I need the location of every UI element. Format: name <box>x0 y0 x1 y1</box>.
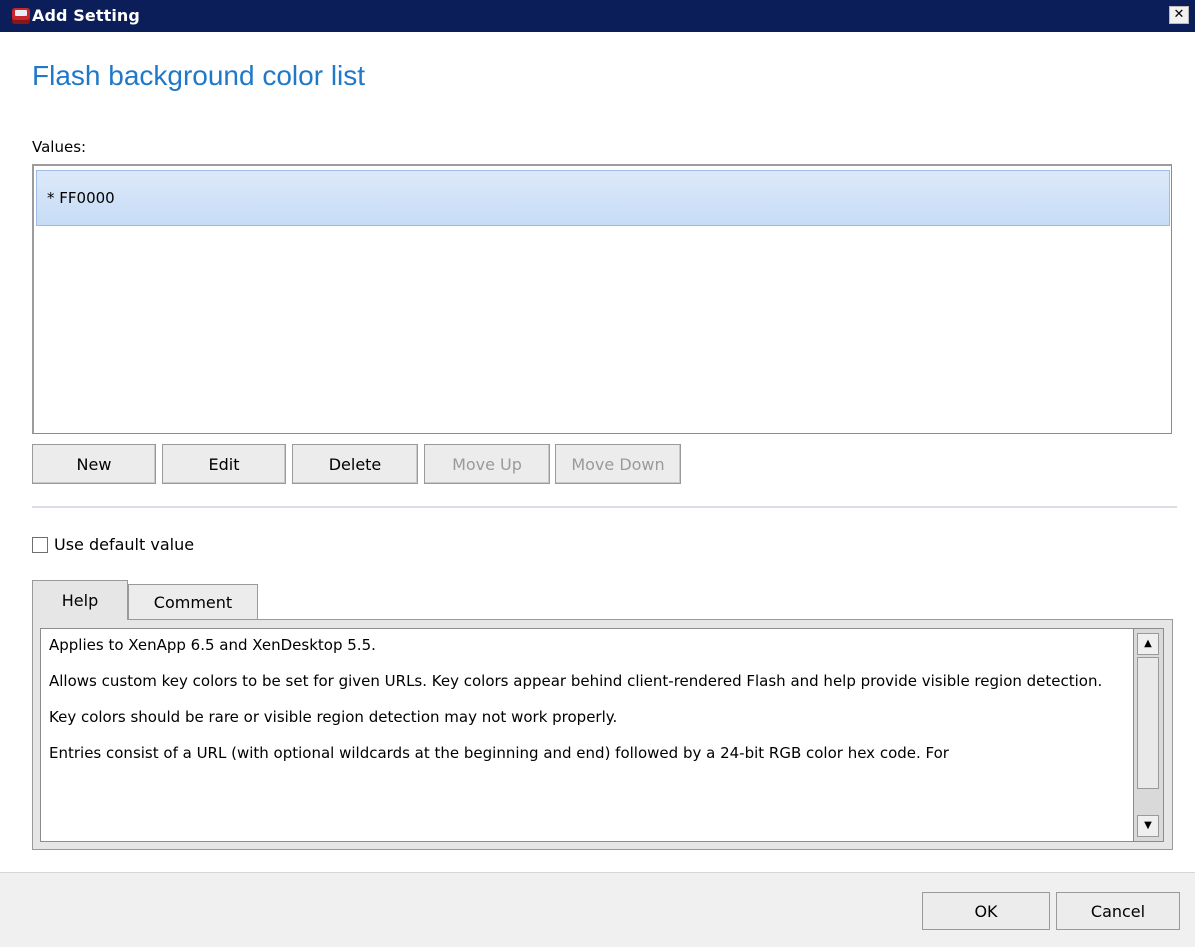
values-listbox[interactable]: * FF0000 <box>32 164 1172 434</box>
use-default-checkbox[interactable] <box>32 537 48 553</box>
delete-button[interactable]: Delete <box>292 444 418 484</box>
help-textarea[interactable]: Applies to XenApp 6.5 and XenDesktop 5.5… <box>40 628 1134 842</box>
help-paragraph: Allows custom key colors to be set for g… <box>49 672 1103 690</box>
edit-button[interactable]: Edit <box>162 444 286 484</box>
values-label: Values: <box>32 138 87 156</box>
close-icon[interactable] <box>1169 6 1189 24</box>
use-default-label[interactable]: Use default value <box>54 535 194 554</box>
cancel-button[interactable]: Cancel <box>1056 892 1180 930</box>
window-title: Add Setting <box>32 6 140 25</box>
scroll-up-icon[interactable]: ▲ <box>1137 633 1159 655</box>
help-paragraph: Entries consist of a URL (with optional … <box>49 744 949 762</box>
move-down-button[interactable]: Move Down <box>555 444 681 484</box>
help-paragraph: Key colors should be rare or visible reg… <box>49 708 618 726</box>
move-up-button[interactable]: Move Up <box>424 444 550 484</box>
section-divider <box>32 506 1177 508</box>
new-button[interactable]: New <box>32 444 156 484</box>
policy-settings-icon <box>12 8 30 24</box>
page-title: Flash background color list <box>32 60 366 91</box>
scroll-down-icon[interactable]: ▼ <box>1137 815 1159 837</box>
title-bar: Add Setting <box>0 0 1195 32</box>
scroll-thumb[interactable] <box>1137 657 1159 789</box>
tab-comment[interactable]: Comment <box>128 584 258 620</box>
ok-button[interactable]: OK <box>922 892 1050 930</box>
tab-help[interactable]: Help <box>32 580 128 620</box>
list-item[interactable]: * FF0000 <box>36 170 1170 226</box>
help-paragraph: Applies to XenApp 6.5 and XenDesktop 5.5… <box>49 636 376 654</box>
help-scrollbar[interactable]: ▲ ▼ <box>1134 628 1164 842</box>
